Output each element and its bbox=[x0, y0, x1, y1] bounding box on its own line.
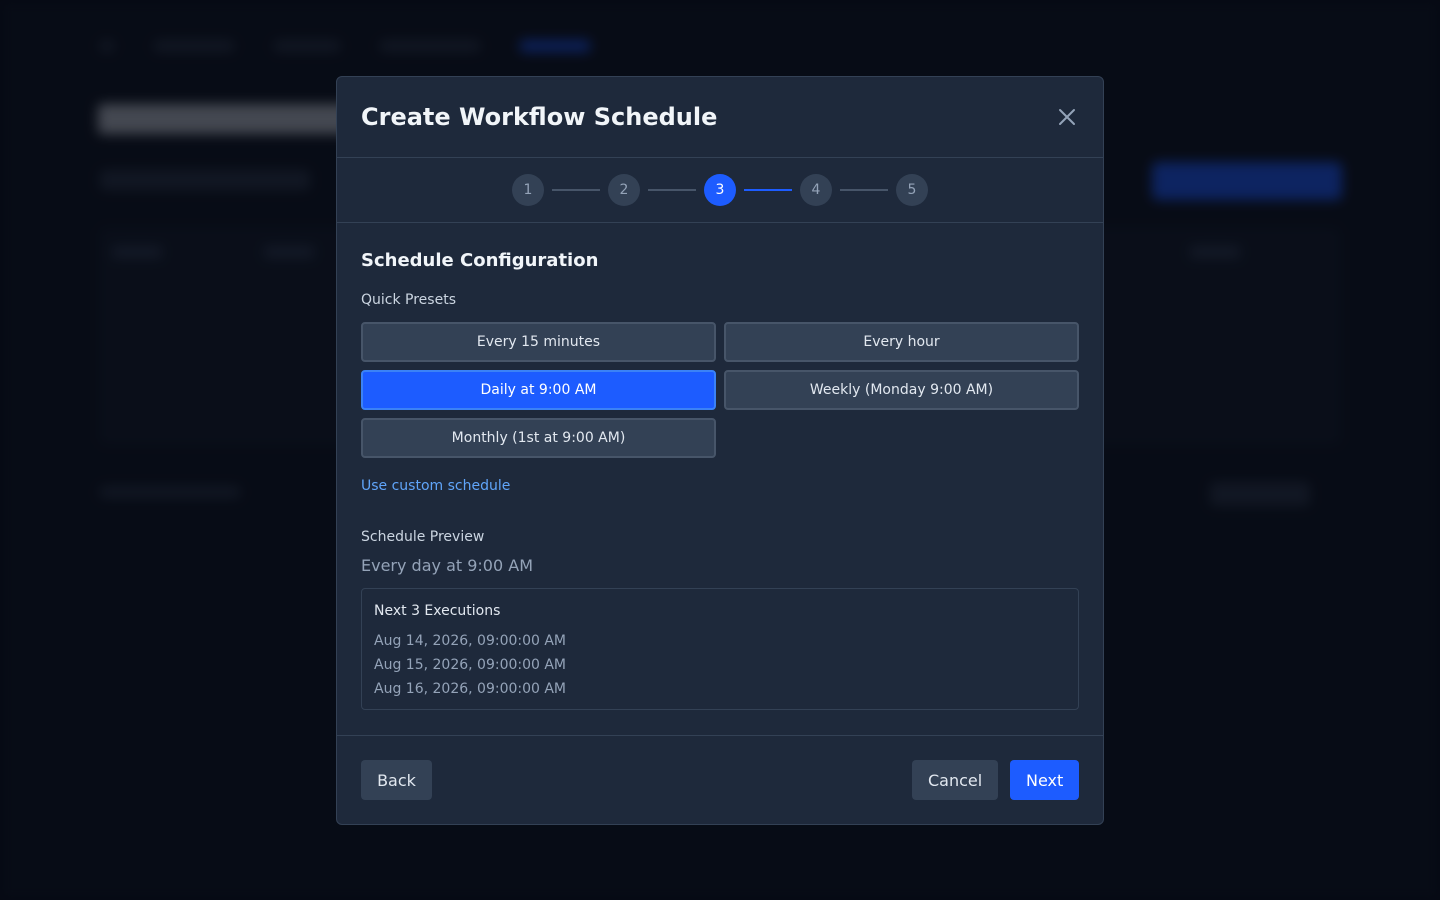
preset-grid: Every 15 minutes Every hour Daily at 9:0… bbox=[361, 322, 1079, 458]
modal-title: Create Workflow Schedule bbox=[361, 103, 718, 131]
step-1[interactable]: 1 bbox=[512, 174, 544, 206]
step-connector bbox=[744, 189, 792, 191]
modal-body: Schedule Configuration Quick Presets Eve… bbox=[337, 223, 1103, 710]
step-connector bbox=[552, 189, 600, 191]
step-5[interactable]: 5 bbox=[896, 174, 928, 206]
execution-item: Aug 15, 2026, 09:00:00 AM bbox=[374, 657, 567, 673]
step-connector bbox=[840, 189, 888, 191]
step-2[interactable]: 2 bbox=[608, 174, 640, 206]
execution-item: Aug 16, 2026, 09:00:00 AM bbox=[374, 681, 567, 697]
wizard-stepper: 1 2 3 4 5 bbox=[337, 158, 1103, 223]
schedule-preview-label: Schedule Preview bbox=[361, 529, 485, 545]
close-button[interactable] bbox=[1055, 105, 1079, 129]
preset-monthly[interactable]: Monthly (1st at 9:00 AM) bbox=[361, 418, 716, 458]
preset-weekly[interactable]: Weekly (Monday 9:00 AM) bbox=[724, 370, 1079, 410]
quick-presets-label: Quick Presets bbox=[361, 292, 456, 308]
preset-daily[interactable]: Daily at 9:00 AM bbox=[361, 370, 716, 410]
next-executions-title: Next 3 Executions bbox=[374, 603, 501, 619]
executions-list: Aug 14, 2026, 09:00:00 AM Aug 15, 2026, … bbox=[374, 629, 1066, 701]
modal-footer: Back Cancel Next bbox=[337, 735, 1103, 824]
section-title: Schedule Configuration bbox=[361, 250, 599, 271]
preset-every-15-minutes[interactable]: Every 15 minutes bbox=[361, 322, 716, 362]
step-3[interactable]: 3 bbox=[704, 174, 736, 206]
custom-schedule-link[interactable]: Use custom schedule bbox=[361, 477, 510, 495]
next-button[interactable]: Next bbox=[1010, 760, 1079, 800]
execution-item: Aug 14, 2026, 09:00:00 AM bbox=[374, 633, 567, 649]
cancel-button[interactable]: Cancel bbox=[912, 760, 998, 800]
close-icon bbox=[1059, 109, 1075, 125]
back-button[interactable]: Back bbox=[361, 760, 432, 800]
preset-every-hour[interactable]: Every hour bbox=[724, 322, 1079, 362]
step-connector bbox=[648, 189, 696, 191]
next-executions-box: Next 3 Executions Aug 14, 2026, 09:00:00… bbox=[361, 588, 1079, 710]
schedule-preview-text: Every day at 9:00 AM bbox=[361, 556, 533, 575]
step-4[interactable]: 4 bbox=[800, 174, 832, 206]
modal-header: Create Workflow Schedule bbox=[337, 77, 1103, 158]
create-schedule-modal: Create Workflow Schedule 1 2 3 4 5 Sched… bbox=[336, 76, 1104, 825]
